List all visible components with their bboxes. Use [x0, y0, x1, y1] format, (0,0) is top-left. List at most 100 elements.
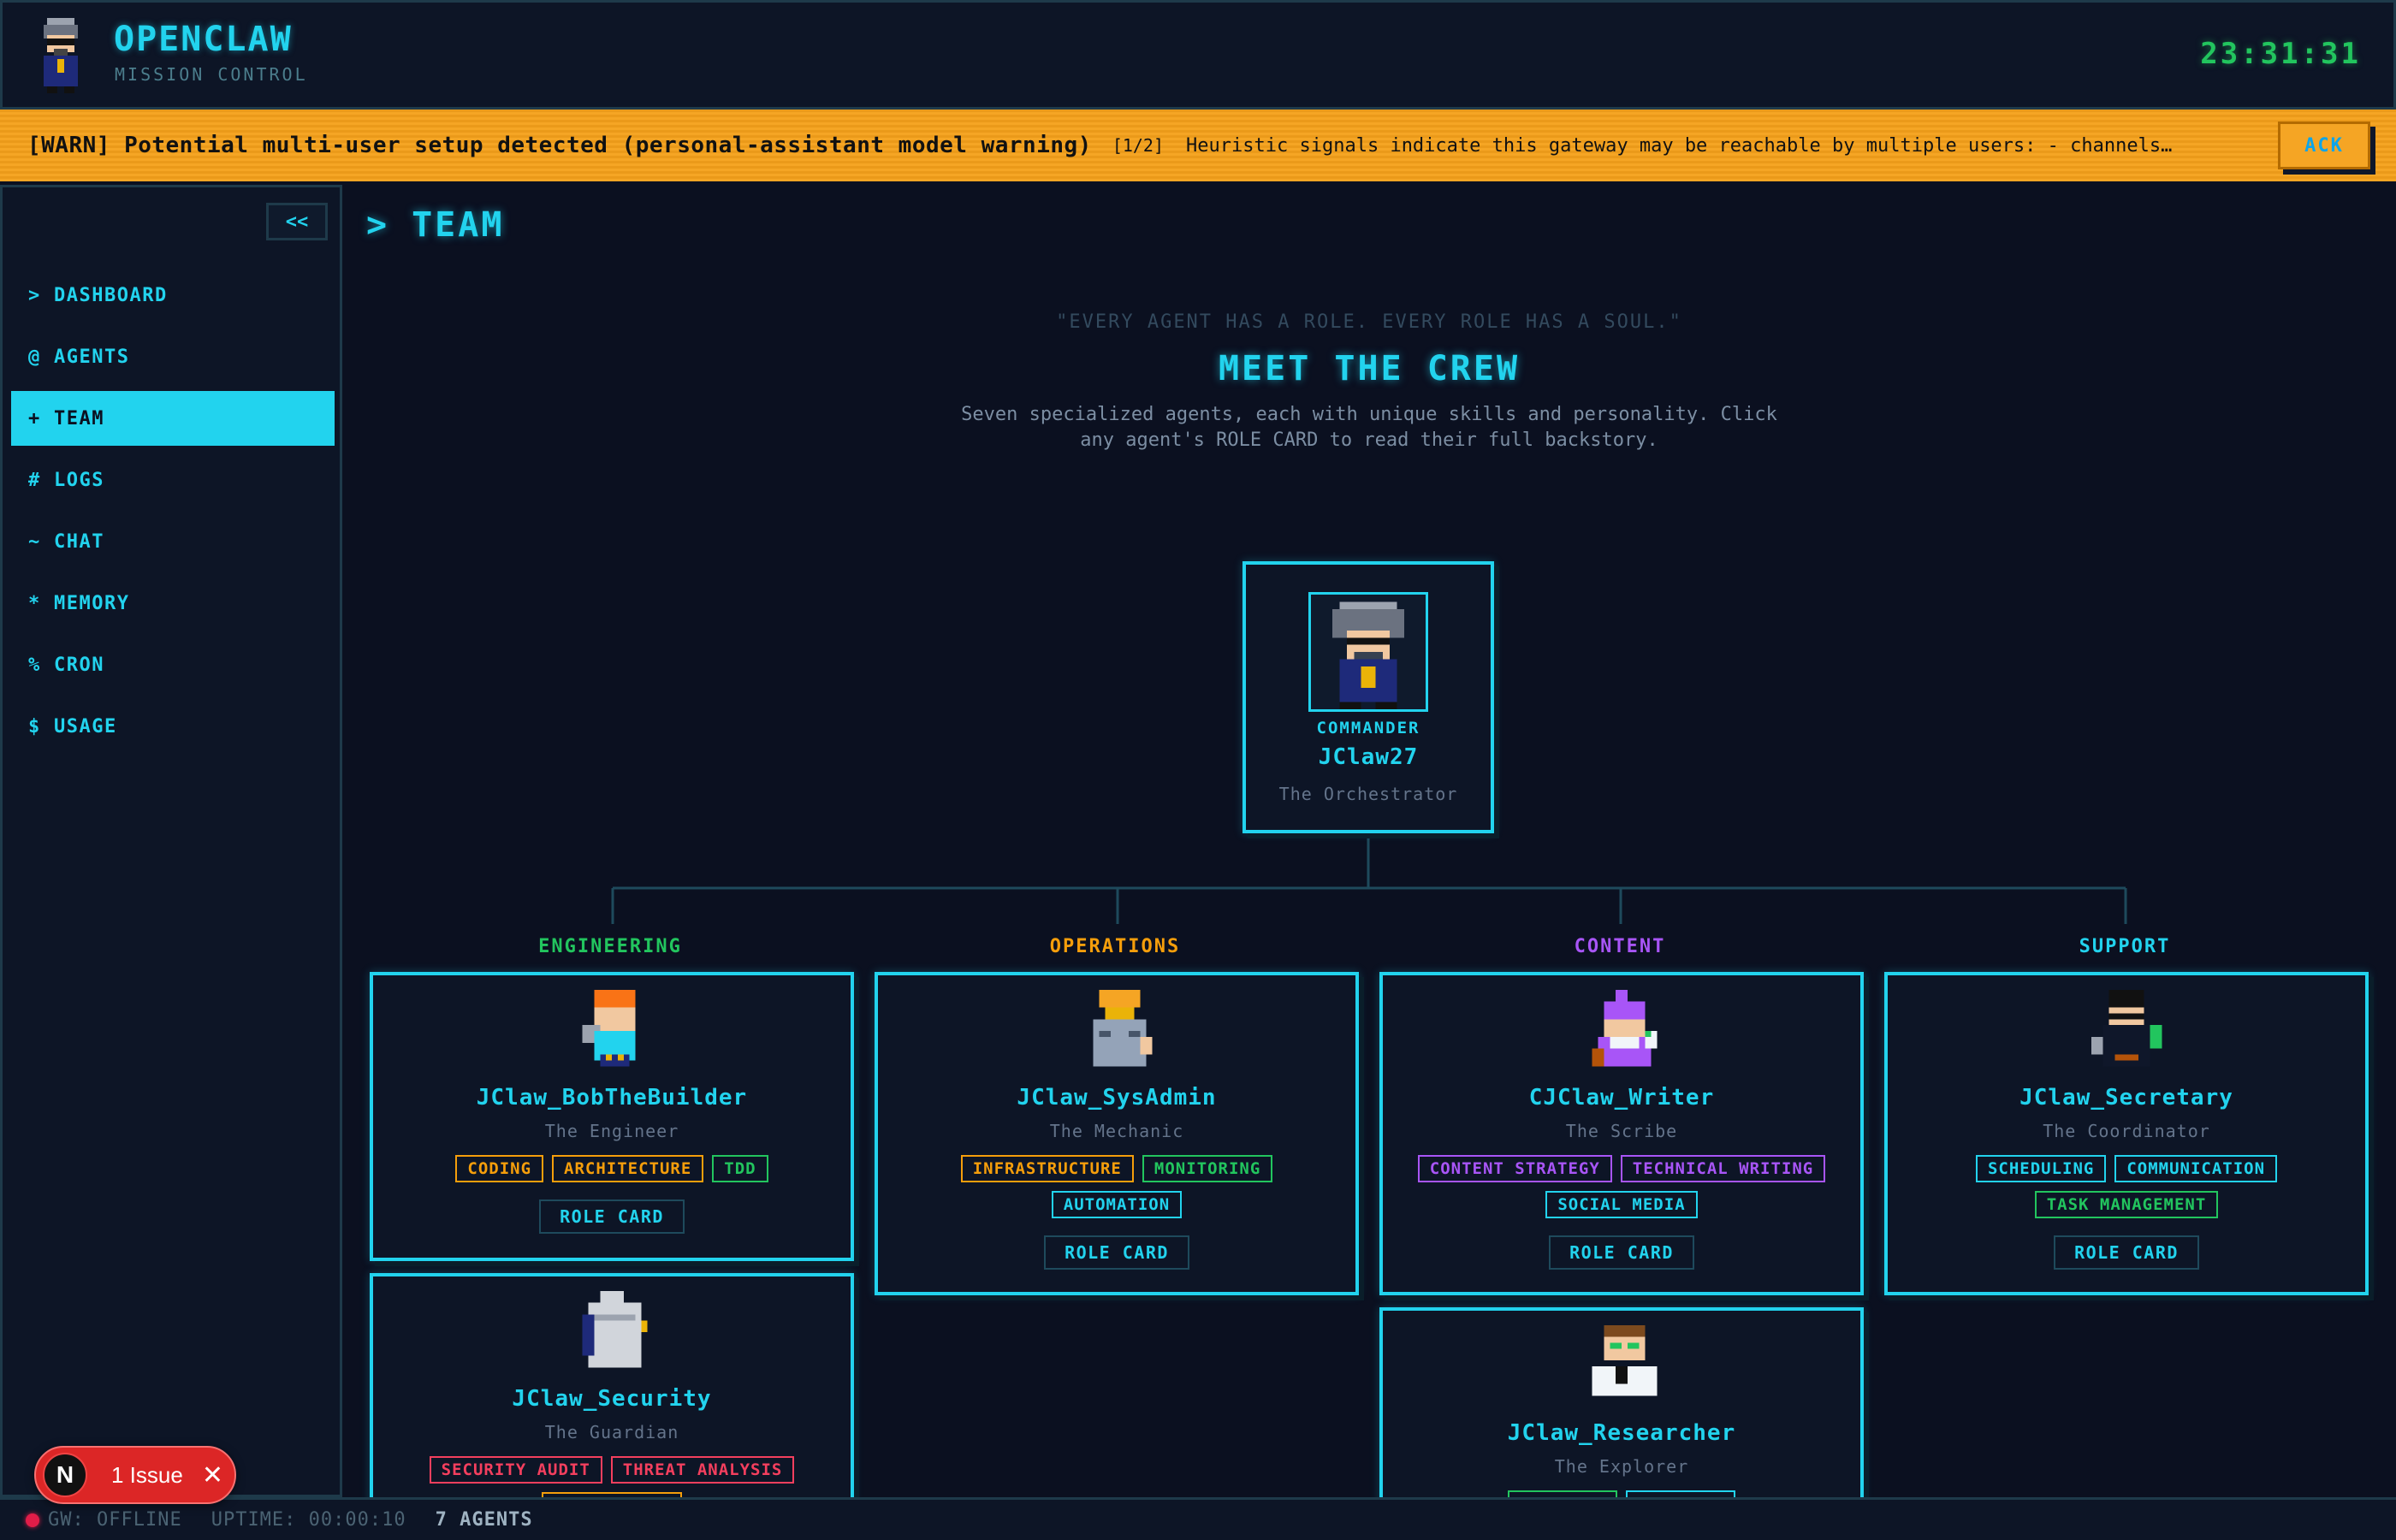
sidebar-item-label: DASHBOARD [54, 284, 168, 306]
agent-name: JClaw_BobTheBuilder [476, 1085, 748, 1111]
agent-role: The Explorer [1554, 1456, 1689, 1477]
sidebar: << > DASHBOARD @ AGENTS + TEAM # LOGS ~ … [0, 185, 342, 1497]
dept-engineering: ENGINEERING [538, 936, 682, 957]
team-icon: + [28, 407, 41, 429]
agent-name: JClaw_Researcher [1507, 1420, 1736, 1446]
issue-count: 1 Issue [111, 1461, 183, 1488]
builder-avatar-icon [582, 989, 636, 1067]
skill-tags: CODING ARCHITECTURE TDD [390, 1155, 833, 1182]
agent-role: The Coordinator [2043, 1121, 2210, 1141]
dept-operations: OPERATIONS [1049, 936, 1181, 957]
agent-name: JClaw_Secretary [2019, 1085, 2233, 1111]
chevron-right-icon: > [366, 205, 390, 245]
skill-tags: INFRASTRUCTURE MONITORING AUTOMATION [895, 1155, 1338, 1218]
clock: 23:31:31 [2200, 37, 2361, 71]
uptime: UPTIME: 00:00:10 [211, 1509, 406, 1531]
skill-tag: CONTENT STRATEGY [1417, 1155, 1612, 1182]
sidebar-item-cron[interactable]: % CRON [11, 637, 335, 692]
role-card-button[interactable]: ROLE CARD [1044, 1235, 1189, 1270]
agent-role: The Scribe [1565, 1121, 1678, 1141]
skill-tags: CONTENT STRATEGY TECHNICAL WRITING SOCIA… [1400, 1155, 1843, 1218]
app-subtitle: MISSION CONTROL [115, 64, 308, 85]
skill-tag: TASK MANAGEMENT [2034, 1191, 2219, 1218]
sidebar-item-label: AGENTS [54, 346, 130, 368]
crew-description: Seven specialized agents, each with uniq… [961, 404, 1777, 451]
sysadmin-avatar-icon [1093, 989, 1153, 1067]
commander-card[interactable]: COMMANDER JClaw27 The Orchestrator [1242, 561, 1494, 833]
issue-badge[interactable]: N 1 Issue ✕ [34, 1446, 236, 1504]
skill-tag: SOCIAL MEDIA [1545, 1191, 1698, 1218]
role-card-button[interactable]: ROLE CARD [539, 1199, 685, 1234]
sidebar-item-label: MEMORY [54, 592, 130, 614]
sidebar-item-label: CHAT [54, 530, 104, 553]
skill-tag: ARCHITECTURE [552, 1155, 704, 1182]
skill-tag: AUTOMATION [1051, 1191, 1183, 1218]
dept-content: CONTENT [1574, 936, 1666, 957]
sidebar-item-team[interactable]: + TEAM [11, 391, 335, 446]
org-tree-lines [611, 835, 2127, 924]
agents-icon: @ [28, 346, 41, 368]
agent-role: The Orchestrator [1278, 784, 1458, 804]
role-card-button[interactable]: ROLE CARD [2054, 1235, 2199, 1270]
crew-heading: MEET THE CREW [1218, 349, 1521, 388]
ack-button[interactable]: ACK [2278, 121, 2370, 169]
warning-banner: [WARN] Potential multi-user setup detect… [0, 110, 2396, 181]
skill-tag: INFRASTRUCTURE [960, 1155, 1134, 1182]
sidebar-item-logs[interactable]: # LOGS [11, 453, 335, 507]
skill-tag: SECURITY AUDIT [429, 1456, 602, 1484]
dept-support: SUPPORT [2079, 936, 2171, 957]
skill-tag: COMMUNICATION [2114, 1155, 2278, 1182]
agent-role: The Engineer [544, 1121, 679, 1141]
warning-count: [1/2] [1112, 135, 1165, 156]
close-icon[interactable]: ✕ [202, 1460, 223, 1490]
sidebar-item-agents[interactable]: @ AGENTS [11, 329, 335, 384]
gateway-status: GW: OFFLINE [48, 1509, 182, 1531]
logs-icon: # [28, 469, 41, 491]
dashboard-icon: > [28, 284, 41, 306]
researcher-avatar-icon [1592, 1324, 1658, 1396]
memory-icon: * [28, 592, 41, 614]
commander-avatar-icon [1308, 592, 1428, 712]
agent-card-security[interactable]: JClaw_Security The Guardian SECURITY AUD… [370, 1273, 854, 1513]
agent-name: CJClaw_Writer [1528, 1085, 1715, 1111]
agent-name: JClaw_SysAdmin [1017, 1085, 1217, 1111]
role-card-button[interactable]: ROLE CARD [1549, 1235, 1694, 1270]
agent-name: JClaw27 [1318, 744, 1419, 770]
commander-label: COMMANDER [1316, 719, 1420, 737]
sidebar-item-label: LOGS [54, 469, 104, 491]
agent-role: The Mechanic [1049, 1121, 1184, 1141]
agent-count: 7 AGENTS [435, 1509, 533, 1531]
collapse-sidebar-button[interactable]: << [266, 203, 328, 240]
skill-tag: THREAT ANALYSIS [610, 1456, 795, 1484]
sidebar-item-dashboard[interactable]: > DASHBOARD [11, 268, 335, 323]
agent-card-builder[interactable]: JClaw_BobTheBuilder The Engineer CODING … [370, 972, 854, 1261]
cron-icon: % [28, 654, 41, 676]
agent-role: The Guardian [544, 1422, 679, 1442]
sidebar-item-usage[interactable]: $ USAGE [11, 699, 335, 754]
page-title-text: TEAM [412, 205, 505, 245]
page-title: > TEAM [366, 205, 504, 245]
agent-card-researcher[interactable]: JClaw_Researcher The Explorer RESEARCH A… [1379, 1307, 1864, 1513]
n-logo-icon: N [43, 1453, 87, 1497]
agent-card-secretary[interactable]: JClaw_Secretary The Coordinator SCHEDULI… [1884, 972, 2369, 1295]
chat-icon: ~ [28, 530, 41, 553]
sidebar-item-label: CRON [54, 654, 104, 676]
warning-title: [WARN] Potential multi-user setup detect… [27, 133, 1092, 158]
agent-card-sysadmin[interactable]: JClaw_SysAdmin The Mechanic INFRASTRUCTU… [875, 972, 1359, 1295]
agent-card-writer[interactable]: CJClaw_Writer The Scribe CONTENT STRATEG… [1379, 972, 1864, 1295]
sidebar-item-label: TEAM [54, 407, 104, 429]
skill-tag: TDD [712, 1155, 768, 1182]
secretary-avatar-icon [2091, 989, 2162, 1067]
usage-icon: $ [28, 715, 41, 737]
agent-name: JClaw_Security [512, 1386, 712, 1412]
security-avatar-icon [582, 1290, 648, 1368]
app-header: OPENCLAW MISSION CONTROL 23:31:31 [0, 0, 2396, 110]
writer-avatar-icon [1592, 989, 1658, 1067]
sidebar-item-memory[interactable]: * MEMORY [11, 576, 335, 631]
skill-tag: TECHNICAL WRITING [1620, 1155, 1826, 1182]
skill-tag: SCHEDULING [1975, 1155, 2107, 1182]
sidebar-item-chat[interactable]: ~ CHAT [11, 514, 335, 569]
status-bar: GW: OFFLINE UPTIME: 00:00:10 7 AGENTS [0, 1497, 2396, 1540]
gateway-status-dot-icon [26, 1513, 39, 1527]
skill-tag: MONITORING [1142, 1155, 1273, 1182]
